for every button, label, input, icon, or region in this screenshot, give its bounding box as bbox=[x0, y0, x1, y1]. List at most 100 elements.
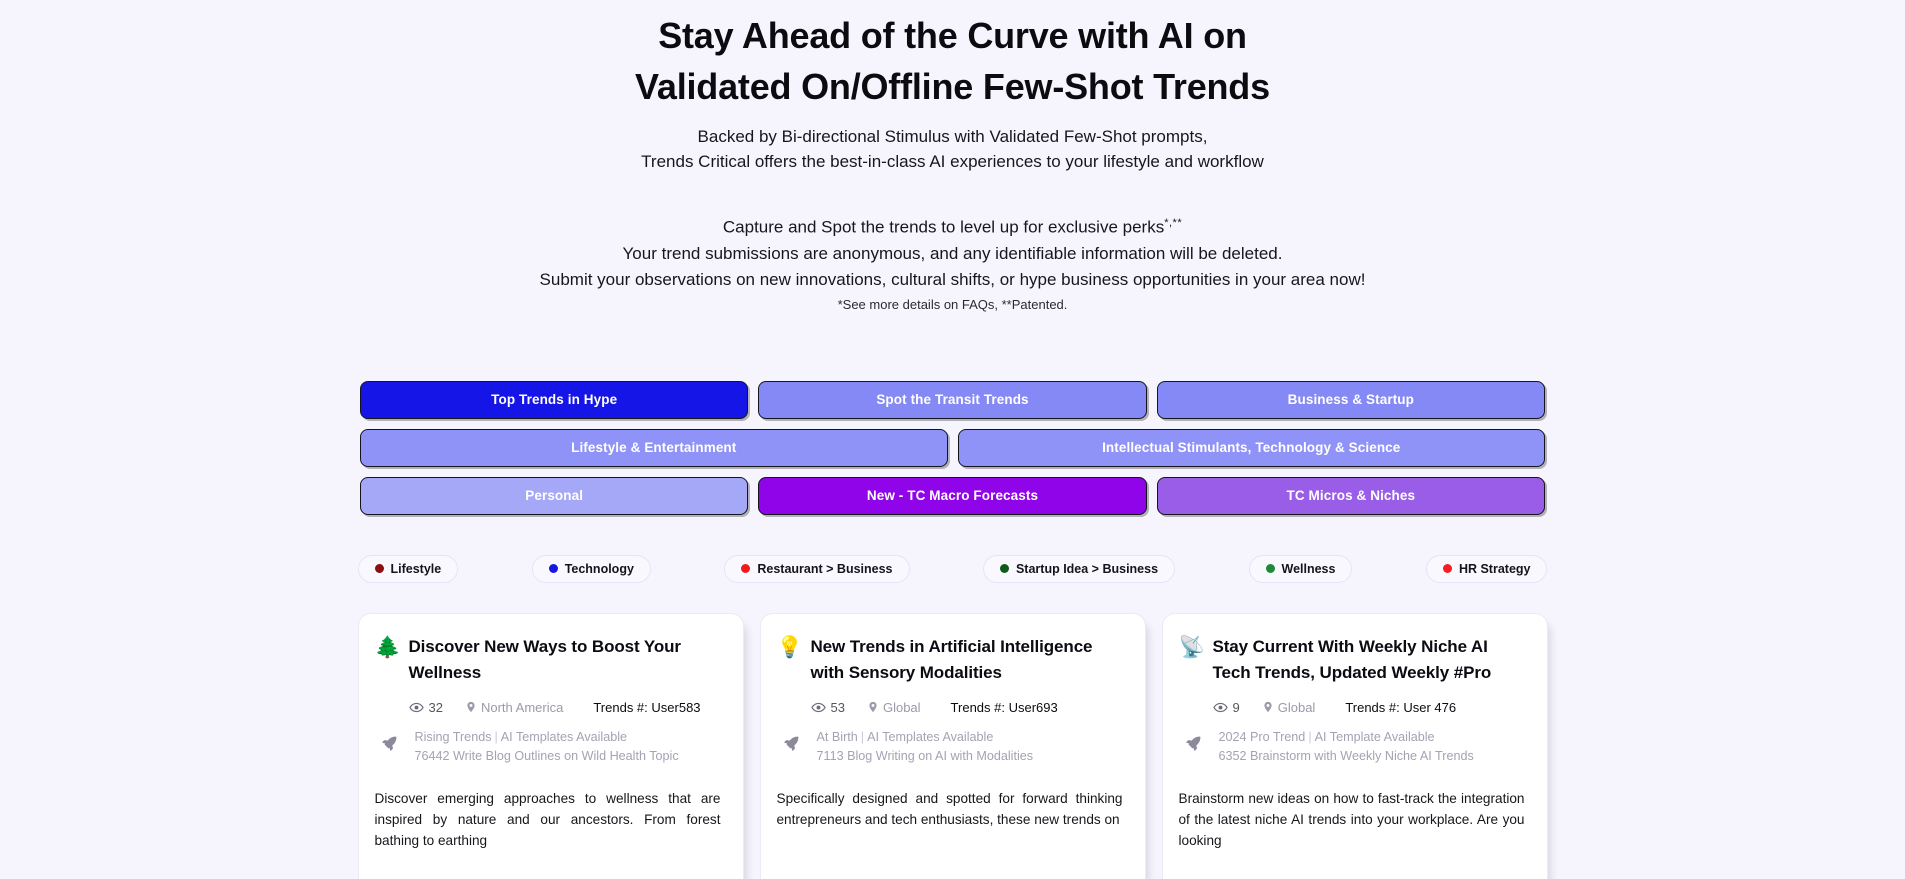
trend-stage-label: Rising Trends bbox=[414, 729, 492, 744]
location-value: Global bbox=[882, 699, 921, 715]
filter-chip-label: Technology bbox=[564, 561, 634, 576]
category-button-row-1: Top Trends in Hype Spot the Transit Trend… bbox=[360, 380, 1545, 419]
page-title-line-1: Stay Ahead of the Curve with AI on bbox=[658, 15, 1247, 56]
template-availability-label: AI Template Available bbox=[1314, 729, 1435, 744]
filter-chip-row: Lifestyle Technology Restaurant > Business… bbox=[357, 525, 1548, 583]
trend-stage-label: At Birth bbox=[816, 729, 858, 744]
footnote-marker: *,** bbox=[1164, 217, 1183, 229]
view-count-value: 32 bbox=[428, 699, 443, 715]
trend-card-subinfo-lines: At Birth | AI Templates Available 7113 Blog… bbox=[817, 728, 1034, 766]
eye-icon bbox=[810, 700, 826, 715]
trend-card[interactable]: 🌲 Discover New Ways to Boost Your Wellnes… bbox=[357, 612, 744, 879]
hero-description-line-1: Capture and Spot the trends to level up … bbox=[0, 210, 1905, 241]
category-button-label: Spot the Transit Trends bbox=[876, 392, 1029, 408]
rocket-icon bbox=[783, 728, 807, 752]
category-button[interactable]: Intellectual Stimulants, Technology & Sc… bbox=[957, 428, 1545, 467]
location-pin-icon bbox=[465, 700, 477, 714]
category-color-dot-icon bbox=[374, 564, 384, 574]
view-count-value: 53 bbox=[830, 699, 845, 715]
trend-card-subinfo-lines: 2024 Pro Trend | AI Template Available 6352… bbox=[1219, 728, 1474, 766]
hero-section: Stay Ahead of the Curve with AI on Valid… bbox=[0, 0, 1905, 315]
category-button-row-3: Personal New - TC Macro Forecasts TC Micro… bbox=[360, 476, 1545, 515]
filter-chip[interactable]: Lifestyle bbox=[357, 554, 459, 583]
hero-description: Capture and Spot the trends to level up … bbox=[0, 210, 1905, 315]
filter-chip-label: Restaurant > Business bbox=[757, 561, 893, 576]
trend-card-body: Specifically designed and spotted for fo… bbox=[776, 790, 1123, 827]
evergreen-tree-emoji: 🌲 bbox=[374, 635, 401, 659]
location-pin-icon bbox=[1262, 700, 1274, 714]
page-title: Stay Ahead of the Curve with AI on Valid… bbox=[573, 10, 1333, 112]
filter-chip[interactable]: HR Strategy bbox=[1425, 554, 1548, 583]
category-color-dot-icon bbox=[999, 564, 1009, 574]
trend-card-title: Discover New Ways to Boost Your Wellness bbox=[408, 636, 682, 682]
category-button-label: Top Trends in Hype bbox=[491, 392, 618, 408]
location-pin-icon bbox=[867, 700, 879, 714]
category-button[interactable]: Personal bbox=[360, 476, 749, 515]
view-count-value: 9 bbox=[1232, 699, 1240, 715]
category-color-dot-icon bbox=[1265, 564, 1275, 574]
hero-description-line-1-text: Capture and Spot the trends to level up … bbox=[722, 217, 1165, 237]
category-button[interactable]: Business & Startup bbox=[1156, 380, 1545, 419]
category-button[interactable]: Top Trends in Hype bbox=[360, 380, 749, 419]
page-root: Stay Ahead of the Curve with AI on Valid… bbox=[0, 0, 1905, 879]
trend-card-subinfo: At Birth | AI Templates Available 7113 Blog… bbox=[777, 728, 1123, 766]
trend-id: Trends #: User693 bbox=[950, 699, 1058, 715]
trend-card-header: 🌲 Discover New Ways to Boost Your Wellnes… bbox=[375, 634, 721, 686]
trend-card-meta: 53 Global Trends #: User693 bbox=[777, 700, 1123, 715]
filter-chip-label: Lifestyle bbox=[390, 561, 442, 576]
trend-card-header: 📡 Stay Current With Weekly Niche AI Tech … bbox=[1179, 634, 1525, 686]
trend-card-header: 💡 New Trends in Artificial Intelligence w… bbox=[777, 634, 1123, 686]
filter-chip[interactable]: Wellness bbox=[1248, 554, 1353, 583]
category-button[interactable]: Spot the Transit Trends bbox=[758, 380, 1147, 419]
category-button[interactable]: TC Micros & Niches bbox=[1156, 476, 1545, 515]
trend-card-subinfo: Rising Trends | AI Templates Available 7644… bbox=[375, 728, 721, 766]
trend-card-subinfo-lines: Rising Trends | AI Templates Available 7644… bbox=[415, 728, 679, 766]
trend-activity-label: 76442 Write Blog Outlines on Wild Health… bbox=[414, 748, 679, 763]
satellite-antenna-emoji: 📡 bbox=[1178, 635, 1205, 659]
location: Global bbox=[867, 700, 921, 715]
category-color-dot-icon bbox=[741, 564, 751, 574]
category-button-label: Intellectual Stimulants, Technology & Sc… bbox=[1102, 440, 1401, 456]
separator: | bbox=[860, 729, 865, 744]
view-count: 53 bbox=[810, 699, 845, 715]
hero-subtitle-line-1: Backed by Bi-directional Stimulus with V… bbox=[697, 127, 1208, 146]
trend-card[interactable]: 📡 Stay Current With Weekly Niche AI Tech … bbox=[1161, 612, 1548, 879]
light-bulb-emoji: 💡 bbox=[776, 635, 803, 659]
filter-chip[interactable]: Startup Idea > Business bbox=[982, 554, 1176, 583]
trend-card-title: Stay Current With Weekly Niche AI Tech T… bbox=[1212, 636, 1492, 682]
hero-footnote: *See more details on FAQs, **Patented. bbox=[837, 296, 1068, 312]
category-button[interactable]: New - TC Macro Forecasts bbox=[758, 476, 1147, 515]
category-button[interactable]: Lifestyle & Entertainment bbox=[360, 428, 948, 467]
location-value: North America bbox=[480, 699, 564, 715]
trend-card[interactable]: 💡 New Trends in Artificial Intelligence w… bbox=[759, 612, 1146, 879]
category-color-dot-icon bbox=[548, 564, 558, 574]
category-button-label: Business & Startup bbox=[1287, 392, 1414, 408]
filter-chip-label: HR Strategy bbox=[1458, 561, 1531, 576]
trend-card-body: Discover emerging approaches to wellness… bbox=[374, 790, 721, 848]
filter-chip-label: Wellness bbox=[1281, 561, 1336, 576]
filter-chip[interactable]: Restaurant > Business bbox=[724, 554, 910, 583]
category-button-label: TC Micros & Niches bbox=[1286, 488, 1416, 504]
filter-chip[interactable]: Technology bbox=[531, 554, 651, 583]
separator: | bbox=[1308, 729, 1312, 744]
rocket-icon bbox=[381, 728, 405, 752]
trend-id: Trends #: User583 bbox=[593, 699, 701, 715]
category-color-dot-icon bbox=[1442, 564, 1452, 574]
location-value: Global bbox=[1277, 699, 1316, 715]
category-button-group: Top Trends in Hype Spot the Transit Trend… bbox=[360, 315, 1545, 515]
location: Global bbox=[1262, 699, 1316, 715]
trend-stage-label: 2024 Pro Trend bbox=[1218, 729, 1306, 744]
template-availability-label: AI Templates Available bbox=[500, 729, 628, 744]
eye-icon bbox=[408, 700, 424, 715]
separator: | bbox=[494, 729, 498, 744]
trend-card-body: Brainstorm new ideas on how to fast-trac… bbox=[1178, 790, 1525, 848]
trend-activity-label: 6352 Brainstorm with Weekly Niche AI Tre… bbox=[1218, 748, 1474, 763]
trend-card-title: New Trends in Artificial Intelligence wi… bbox=[810, 636, 1093, 682]
category-button-label: New - TC Macro Forecasts bbox=[866, 488, 1039, 504]
view-count: 32 bbox=[408, 699, 443, 715]
category-button-label: Personal bbox=[525, 488, 584, 504]
filter-chip-label: Startup Idea > Business bbox=[1015, 561, 1159, 576]
template-availability-label: AI Templates Available bbox=[867, 729, 994, 744]
eye-icon bbox=[1212, 700, 1228, 715]
rocket-icon bbox=[1185, 728, 1209, 752]
